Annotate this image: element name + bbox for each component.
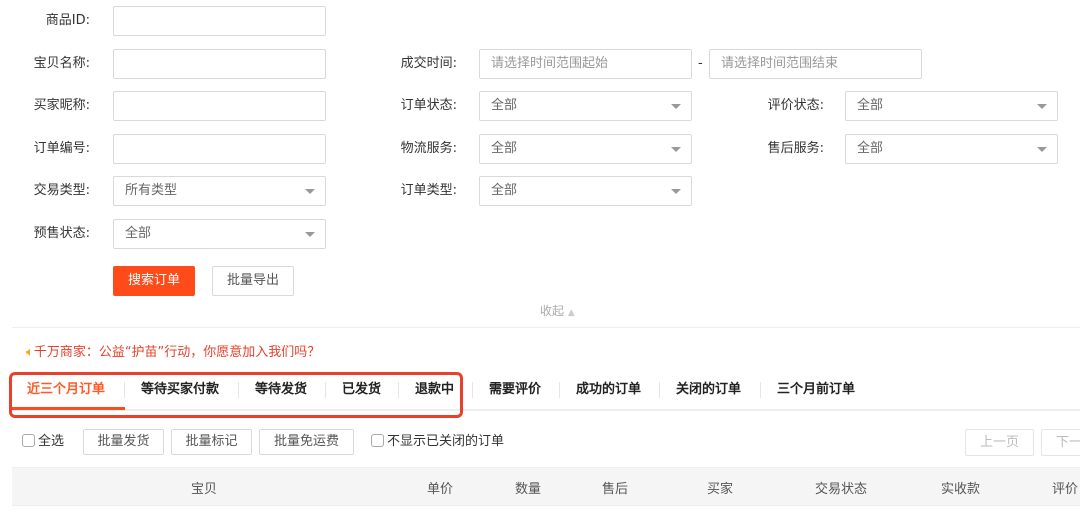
order-no-label: 订单编号: (33, 141, 90, 156)
collapse-toggle[interactable]: 收起 ▲ (540, 302, 575, 319)
after-sale-label: 售后服务: (767, 141, 824, 156)
checkbox-icon (22, 434, 35, 447)
buyer-nick-label: 买家昵称: (33, 98, 90, 113)
tab-separator (559, 382, 560, 398)
tab-separator (659, 382, 660, 398)
tab-older-than-three-months[interactable]: 三个月前订单 (777, 380, 855, 400)
tab-need-review[interactable]: 需要评价 (489, 380, 541, 400)
highlight-box (9, 372, 463, 418)
column-header-review: 评价 (1052, 482, 1079, 497)
batch-ship-button[interactable]: 批量发货 (83, 429, 164, 455)
tab-successful[interactable]: 成功的订单 (576, 380, 641, 400)
column-header-buyer: 买家 (707, 482, 734, 497)
deal-time-start-input[interactable]: 请选择时间范围起始 (479, 49, 692, 79)
product-id-label: 商品ID: (45, 13, 90, 28)
order-type-select[interactable]: 全部 (479, 176, 692, 206)
presale-status-label: 预售状态: (33, 226, 90, 241)
deal-time-label: 成交时间: (400, 56, 457, 71)
next-page-button[interactable]: 下一页 (1041, 429, 1080, 456)
column-header-unit-price: 单价 (427, 482, 454, 497)
search-orders-button[interactable]: 搜索订单 (113, 266, 195, 296)
hide-closed-checkbox[interactable]: 不显示已关闭的订单 (371, 434, 504, 450)
buyer-nick-input[interactable] (113, 91, 326, 121)
presale-status-select[interactable]: 全部 (113, 219, 326, 249)
hide-closed-label: 不显示已关闭的订单 (387, 434, 505, 449)
after-sale-select[interactable]: 全部 (845, 134, 1058, 164)
review-status-select[interactable]: 全部 (845, 91, 1058, 121)
speaker-icon: 🔈︎ (26, 345, 34, 360)
logistics-select[interactable]: 全部 (479, 134, 692, 164)
logistics-label: 物流服务: (400, 141, 457, 156)
collapse-label: 收起 (540, 304, 565, 318)
date-range-separator: - (698, 56, 703, 71)
column-header-after-sale: 售后 (602, 482, 629, 497)
column-header-trade-status: 交易状态 (815, 482, 868, 497)
checkbox-icon (371, 434, 384, 447)
select-all-checkbox[interactable]: 全选 (22, 434, 64, 450)
tab-separator (760, 382, 761, 398)
tab-closed[interactable]: 关闭的订单 (676, 380, 741, 400)
prev-page-button[interactable]: 上一页 (965, 429, 1034, 456)
table-header (12, 467, 1080, 506)
divider (12, 327, 1080, 328)
order-no-input[interactable] (113, 134, 326, 164)
notice-text: 千万商家：公益“护苗”行动，你愿意加入我们吗？ (33, 345, 321, 360)
product-id-input[interactable] (113, 6, 326, 36)
trade-type-label: 交易类型: (33, 183, 90, 198)
column-header-quantity: 数量 (515, 482, 542, 497)
order-status-label: 订单状态: (400, 98, 457, 113)
caret-up-icon: ▲ (567, 308, 575, 318)
deal-time-end-input[interactable]: 请选择时间范围结束 (709, 49, 922, 79)
item-name-label: 宝贝名称: (33, 56, 90, 71)
column-header-item: 宝贝 (191, 482, 218, 497)
order-type-label: 订单类型: (400, 183, 457, 198)
batch-mark-button[interactable]: 批量标记 (171, 429, 252, 455)
tab-separator (472, 382, 473, 398)
column-header-amount-received: 实收款 (941, 482, 981, 497)
trade-type-select[interactable]: 所有类型 (113, 176, 326, 206)
batch-export-button[interactable]: 批量导出 (212, 266, 294, 296)
batch-free-shipping-button[interactable]: 批量免运费 (259, 429, 354, 455)
notice-banner[interactable]: 🔈︎千万商家：公益“护苗”行动，你愿意加入我们吗？ (26, 341, 320, 360)
select-all-label: 全选 (38, 434, 65, 449)
review-status-label: 评价状态: (767, 98, 824, 113)
order-status-select[interactable]: 全部 (479, 91, 692, 121)
item-name-input[interactable] (113, 49, 326, 79)
